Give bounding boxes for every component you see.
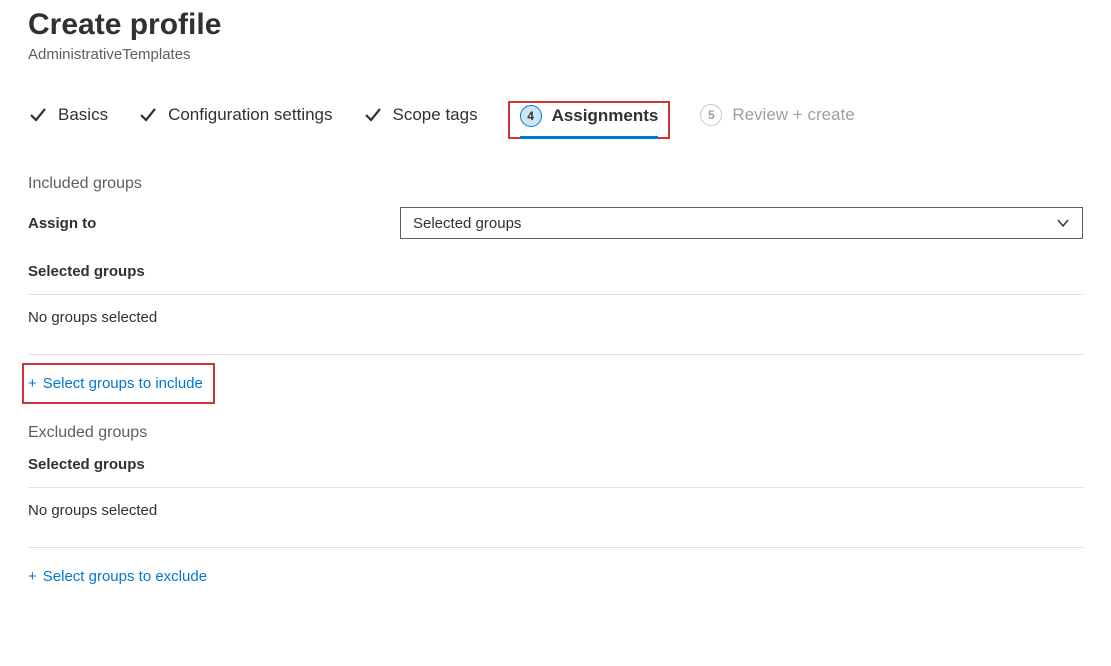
plus-icon: + [28, 569, 37, 584]
step-label: Review + create [732, 105, 854, 125]
select-groups-to-exclude-link[interactable]: + Select groups to exclude [28, 564, 207, 589]
step-review-create[interactable]: 5 Review + create [700, 104, 854, 136]
excluded-empty-text: No groups selected [28, 488, 1083, 533]
step-label: Assignments [552, 106, 659, 126]
step-assignments[interactable]: 4 Assignments [520, 105, 659, 137]
action-label: Select groups to exclude [43, 568, 207, 585]
page-title: Create profile [28, 8, 1083, 42]
excluded-groups-heading: Excluded groups [28, 424, 1083, 442]
wizard-steps: Basics Configuration settings Scope tags… [28, 101, 1083, 139]
divider [28, 547, 1083, 548]
included-groups-heading: Included groups [28, 175, 1083, 193]
include-action-highlight: + Select groups to include [22, 363, 215, 404]
step-scope-tags[interactable]: Scope tags [363, 105, 478, 135]
check-icon [363, 105, 383, 125]
plus-icon: + [28, 376, 37, 391]
step-number-badge: 5 [700, 104, 722, 126]
step-label: Scope tags [393, 105, 478, 125]
step-label: Basics [58, 105, 108, 125]
assign-to-row: Assign to Selected groups [28, 207, 1083, 239]
step-label: Configuration settings [168, 105, 332, 125]
divider [28, 354, 1083, 355]
action-label: Select groups to include [43, 375, 203, 392]
included-empty-text: No groups selected [28, 295, 1083, 340]
included-selected-heading: Selected groups [28, 263, 1083, 280]
assign-to-value: Selected groups [413, 215, 521, 232]
check-icon [138, 105, 158, 125]
step-basics[interactable]: Basics [28, 105, 108, 135]
assign-to-label: Assign to [28, 215, 400, 232]
excluded-selected-heading: Selected groups [28, 456, 1083, 473]
assign-to-select[interactable]: Selected groups [400, 207, 1083, 239]
assignments-highlight: 4 Assignments [508, 101, 671, 139]
step-configuration-settings[interactable]: Configuration settings [138, 105, 332, 135]
select-groups-to-include-link[interactable]: + Select groups to include [28, 371, 203, 396]
step-number-badge: 4 [520, 105, 542, 127]
chevron-down-icon [1056, 216, 1070, 230]
check-icon [28, 105, 48, 125]
page-subtitle: AdministrativeTemplates [28, 46, 1083, 63]
